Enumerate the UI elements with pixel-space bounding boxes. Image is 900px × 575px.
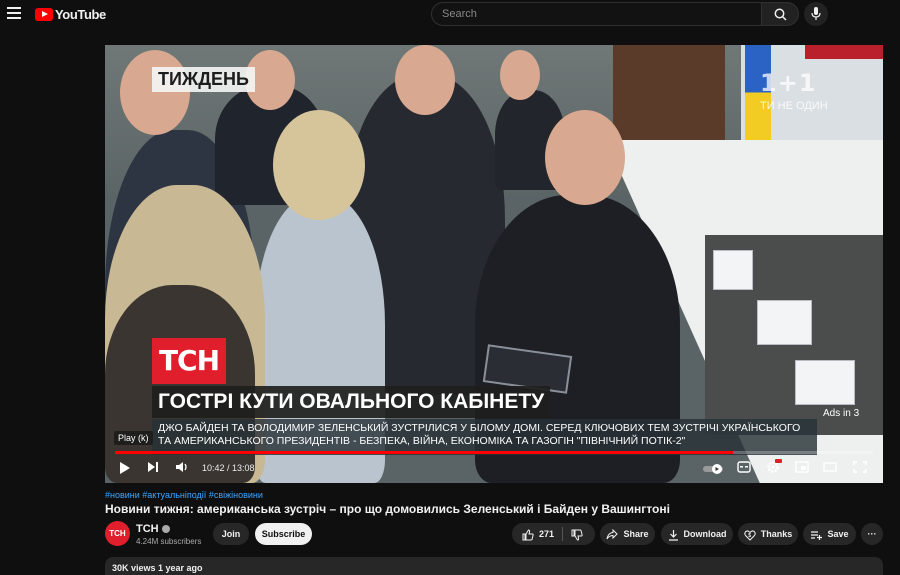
progress-fill xyxy=(115,451,733,454)
like-button[interactable]: 271 xyxy=(522,529,555,541)
like-count: 271 xyxy=(539,529,555,539)
download-icon xyxy=(668,529,678,541)
save-label: Save xyxy=(827,529,849,539)
join-button[interactable]: Join xyxy=(213,523,249,545)
progress-bar[interactable] xyxy=(115,451,873,454)
thanks-label: Thanks xyxy=(760,529,793,539)
news-headline: ГОСТРІ КУТИ ОВАЛЬНОГО КАБІНЕТУ xyxy=(152,386,551,418)
search-icon xyxy=(774,8,787,21)
share-label: Share xyxy=(623,529,649,539)
channel-badge-strip xyxy=(805,45,883,59)
svg-text:$: $ xyxy=(748,533,751,539)
views-and-date: 30K views 1 year ago xyxy=(112,563,203,573)
thanks-button[interactable]: $ Thanks xyxy=(738,523,798,545)
search-button[interactable] xyxy=(761,2,799,26)
share-button[interactable]: Share xyxy=(600,523,655,545)
captions-icon[interactable] xyxy=(737,461,751,473)
settings-gear-icon[interactable] xyxy=(766,459,782,474)
miniplayer-icon[interactable] xyxy=(795,461,809,473)
more-actions-button[interactable]: ··· xyxy=(861,523,883,545)
channel-avatar[interactable]: ТСН xyxy=(105,521,130,546)
fullscreen-icon[interactable] xyxy=(853,461,867,473)
download-label: Download xyxy=(683,529,727,539)
news-subtitle: ДЖО БАЙДЕН ТА ВОЛОДИМИР ЗЕЛЕНСЬКИЙ ЗУСТР… xyxy=(152,419,817,455)
save-button[interactable]: Save xyxy=(803,523,856,545)
thumbs-down-icon[interactable] xyxy=(571,529,583,541)
thumbs-up-icon xyxy=(522,529,534,541)
volume-icon[interactable] xyxy=(175,461,189,473)
menu-icon[interactable] xyxy=(7,7,21,19)
play-icon[interactable] xyxy=(119,461,131,475)
broadcaster-logo: 1+1 xyxy=(760,69,817,97)
broadcaster-slogan: ТИ НЕ ОДИН xyxy=(760,100,828,112)
next-video-icon[interactable] xyxy=(147,461,159,473)
top-bar: YouTube xyxy=(0,0,900,28)
youtube-play-logo-icon xyxy=(35,8,53,21)
youtube-logo[interactable]: YouTube xyxy=(35,7,106,22)
microphone-icon xyxy=(811,7,821,20)
theater-mode-icon[interactable] xyxy=(823,461,837,473)
subscribe-button[interactable]: Subscribe xyxy=(255,523,312,545)
save-playlist-icon xyxy=(811,531,823,540)
subscriber-count: 4.24M subscribers xyxy=(136,537,202,546)
like-divider xyxy=(562,527,563,541)
play-tooltip: Play (k) xyxy=(114,431,153,445)
channel-name[interactable]: ТСН xyxy=(136,523,170,535)
voice-search-button[interactable] xyxy=(804,2,828,26)
player-controls: 10:42 / 13:08 xyxy=(105,456,883,483)
description-box[interactable]: 30K views 1 year ago xyxy=(105,557,883,575)
ads-countdown: Ads in 3 xyxy=(823,408,860,419)
show-label: ТИЖДЕНЬ xyxy=(152,67,255,92)
video-player[interactable]: 1+1 ТИ НЕ ОДИН ТИЖДЕНЬ ТСН ГОСТРІ КУТИ О… xyxy=(105,45,883,483)
download-button[interactable]: Download xyxy=(661,523,733,545)
logo-text: YouTube xyxy=(55,7,106,22)
time-display: 10:42 / 13:08 xyxy=(202,463,255,473)
video-title: Новини тижня: американська зустріч – про… xyxy=(105,502,670,516)
hashtags[interactable]: #новини #актуальніподії #свіжіновини xyxy=(105,490,263,500)
thanks-heart-icon: $ xyxy=(744,530,756,541)
search-bar xyxy=(431,2,799,26)
tsn-logo: ТСН xyxy=(152,338,226,384)
channel-name-text: ТСН xyxy=(136,523,159,535)
share-icon xyxy=(606,528,619,540)
verified-icon xyxy=(161,525,170,534)
autoplay-toggle-icon[interactable] xyxy=(703,464,725,474)
search-input[interactable] xyxy=(431,2,761,26)
